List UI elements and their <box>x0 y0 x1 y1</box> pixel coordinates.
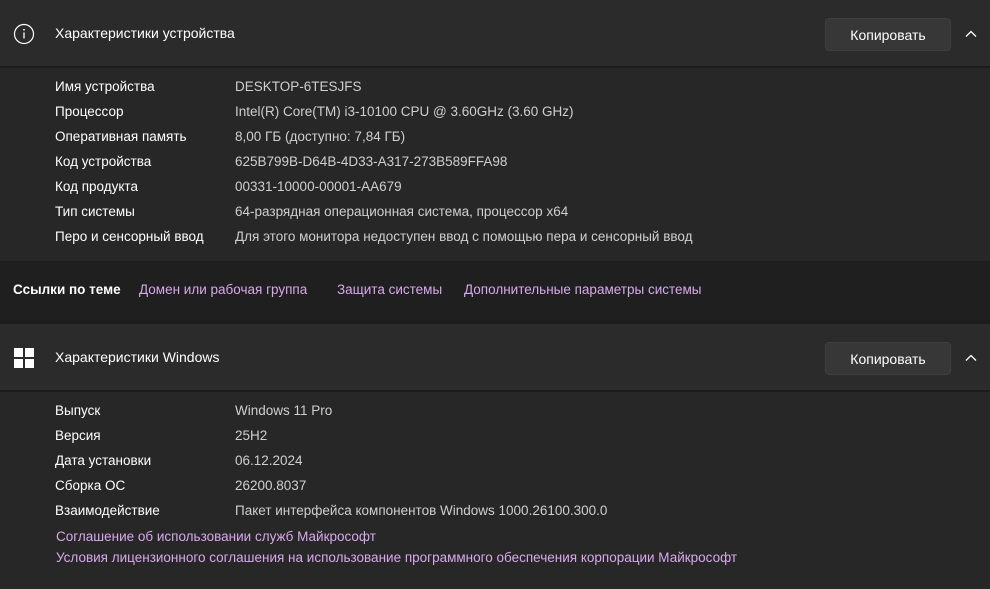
spec-label: Код устройства <box>55 154 152 169</box>
spec-label: Версия <box>55 428 101 443</box>
windows-specs-title: Характеристики Windows <box>55 349 220 365</box>
spec-value: 06.12.2024 <box>235 453 303 468</box>
spec-value: 25H2 <box>235 428 268 443</box>
spec-value: Intel(R) Core(TM) i3-10100 CPU @ 3.60GHz… <box>235 104 574 119</box>
link-advanced-system-settings[interactable]: Дополнительные параметры системы <box>464 282 702 297</box>
link-microsoft-services-agreement[interactable]: Соглашение об использовании служб Майкро… <box>56 529 376 544</box>
spec-label: Оперативная память <box>55 129 187 144</box>
spec-value: DESKTOP-6TESJFS <box>235 79 362 94</box>
windows-specs-header[interactable]: Характеристики Windows Копировать <box>0 324 990 391</box>
spec-label: Процессор <box>55 104 124 119</box>
chevron-up-icon[interactable] <box>962 349 980 367</box>
system-about-page: Характеристики устройства Копировать Имя… <box>0 0 990 589</box>
spec-label: Выпуск <box>55 403 101 418</box>
device-specs-title: Характеристики устройства <box>55 25 235 41</box>
device-specs-body: Имя устройства DESKTOP-6TESJFS Процессор… <box>0 68 990 261</box>
spec-label: Взаимодействие <box>55 503 160 518</box>
chevron-up-icon[interactable] <box>962 25 980 43</box>
spec-value: 00331-10000-00001-AA679 <box>235 179 402 194</box>
spec-label: Имя устройства <box>55 79 155 94</box>
related-links-title: Ссылки по теме <box>13 282 121 297</box>
windows-logo-icon <box>12 346 36 370</box>
spec-label: Сборка ОС <box>55 478 126 493</box>
spec-value: 8,00 ГБ (доступно: 7,84 ГБ) <box>235 129 406 144</box>
spec-label: Дата установки <box>55 453 152 468</box>
link-domain-workgroup[interactable]: Домен или рабочая группа <box>139 282 307 297</box>
spec-value: Для этого монитора недоступен ввод с пом… <box>235 229 693 244</box>
link-system-protection[interactable]: Защита системы <box>337 282 442 297</box>
device-specs-header[interactable]: Характеристики устройства Копировать <box>0 0 990 67</box>
device-copy-button[interactable]: Копировать <box>825 18 951 51</box>
spec-value: 26200.8037 <box>235 478 307 493</box>
info-icon <box>12 22 36 46</box>
spec-value: 64-разрядная операционная система, проце… <box>235 204 569 219</box>
spec-value: 625B799B-D64B-4D33-A317-273B589FFA98 <box>235 154 508 169</box>
related-links-bar: Ссылки по теме Домен или рабочая группа … <box>0 262 990 320</box>
spec-value: Windows 11 Pro <box>235 403 333 418</box>
spec-label: Перо и сенсорный ввод <box>55 229 204 244</box>
windows-copy-button[interactable]: Копировать <box>825 342 951 375</box>
link-microsoft-license-terms[interactable]: Условия лицензионного соглашения на испо… <box>56 550 737 565</box>
spec-label: Код продукта <box>55 179 138 194</box>
windows-specs-body: Выпуск Windows 11 Pro Версия 25H2 Дата у… <box>0 392 990 589</box>
spec-value: Пакет интерфейса компонентов Windows 100… <box>235 503 608 518</box>
spec-label: Тип системы <box>55 204 135 219</box>
